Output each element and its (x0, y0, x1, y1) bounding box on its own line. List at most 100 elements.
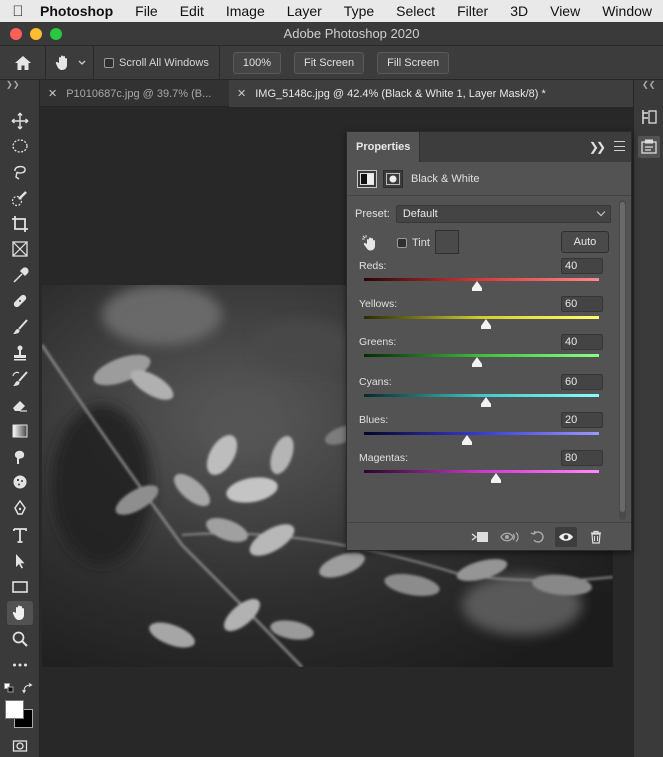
marquee-tool[interactable] (7, 134, 33, 158)
auto-button[interactable]: Auto (561, 231, 609, 253)
quick-mask-button[interactable] (7, 736, 33, 756)
eraser-tool[interactable] (7, 393, 33, 417)
menu-3d[interactable]: 3D (499, 3, 539, 19)
history-brush-icon (12, 371, 28, 386)
tint-row: Tint Auto (361, 230, 611, 256)
adjustment-header: Black & White (347, 162, 631, 196)
tint-color-swatch[interactable] (435, 230, 459, 254)
eyedropper-tool[interactable] (7, 264, 33, 288)
fit-screen-button[interactable]: Fit Screen (294, 51, 365, 74)
scroll-all-windows-checkbox[interactable]: Scroll All Windows (94, 45, 220, 80)
delete-adjustment-button[interactable] (585, 527, 607, 547)
menu-filter[interactable]: Filter (446, 3, 499, 19)
trash-icon (591, 530, 601, 544)
collapse-panel-icon[interactable]: ❯❯ (589, 140, 606, 154)
history-brush-tool[interactable] (7, 367, 33, 391)
menu-view[interactable]: View (539, 3, 591, 19)
tools-collapse-icon[interactable]: ❯❯ (0, 80, 39, 92)
menu-edit[interactable]: Edit (169, 3, 215, 19)
checkbox-box[interactable] (104, 57, 114, 68)
properties-panel-button[interactable] (637, 136, 660, 158)
menu-image[interactable]: Image (215, 3, 276, 19)
mask-settings-button[interactable] (383, 169, 403, 188)
tint-checkbox[interactable]: Tint (397, 237, 430, 249)
hand-tool[interactable] (7, 601, 33, 625)
frame-tool[interactable] (7, 237, 33, 261)
slider-value-input[interactable]: 60 (561, 374, 603, 390)
healing-brush-tool[interactable] (7, 289, 33, 313)
slider-label: Greens: (359, 336, 397, 348)
panel-menu-icon[interactable] (614, 141, 625, 151)
slider-thumb[interactable] (462, 435, 473, 445)
menu-app[interactable]: Photoshop (36, 3, 124, 19)
close-tab-icon[interactable]: ✕ (237, 87, 246, 100)
slider-value-input[interactable]: 40 (561, 258, 603, 274)
tool-preset-picker[interactable] (46, 45, 94, 80)
properties-scrollbar[interactable] (619, 200, 626, 520)
path-selection-tool[interactable] (7, 549, 33, 573)
close-window-button[interactable] (10, 27, 22, 40)
reset-adjustment-button[interactable] (527, 527, 549, 547)
gradient-tool[interactable] (7, 419, 33, 443)
slider-track[interactable] (364, 470, 599, 473)
gradient-icon (12, 424, 28, 438)
preset-label: Preset: (355, 208, 390, 220)
slider-thumb[interactable] (471, 281, 482, 291)
swap-colors-icon[interactable] (22, 683, 34, 695)
zoom-100-button[interactable]: 100% (232, 51, 281, 74)
brush-tool[interactable] (7, 315, 33, 339)
fill-screen-button[interactable]: Fill Screen (377, 51, 450, 74)
menu-select[interactable]: Select (385, 3, 446, 19)
crop-tool[interactable] (7, 212, 33, 236)
history-panel-button[interactable] (638, 106, 660, 128)
slider-thumb[interactable] (481, 319, 492, 329)
preset-select[interactable]: Default (395, 205, 611, 223)
foreground-color-swatch[interactable] (5, 700, 24, 719)
document-tab-active[interactable]: ✕ IMG_5148c.jpg @ 42.4% (Black & White 1… (229, 80, 633, 107)
document-tab[interactable]: ✕ P1010687c.jpg @ 39.7% (B... (40, 80, 228, 107)
slider-thumb[interactable] (490, 473, 501, 483)
minimize-window-button[interactable] (30, 27, 42, 40)
slider-magentas: Magentas: 80 (359, 450, 603, 488)
slider-value-input[interactable]: 80 (561, 450, 603, 466)
properties-tab[interactable]: Properties (347, 132, 421, 162)
sponge-tool[interactable] (7, 470, 33, 494)
zoom-tool[interactable] (7, 627, 33, 651)
menu-layer[interactable]: Layer (276, 3, 333, 19)
targeted-adjustment-hand-icon[interactable] (361, 234, 379, 252)
slider-value-input[interactable]: 60 (561, 296, 603, 312)
zoom-window-button[interactable] (50, 27, 62, 40)
type-tool[interactable] (7, 523, 33, 547)
type-icon (13, 528, 27, 543)
slider-value-input[interactable]: 40 (561, 334, 603, 350)
lasso-icon (14, 165, 26, 180)
apple-menu-icon[interactable]:  (0, 3, 36, 20)
move-tool[interactable] (7, 109, 33, 133)
slider-track[interactable] (364, 432, 599, 435)
slider-thumb[interactable] (471, 357, 482, 367)
close-tab-icon[interactable]: ✕ (48, 87, 57, 100)
chevron-down-icon (596, 207, 606, 217)
tint-checkbox-box[interactable] (397, 238, 407, 248)
toggle-visibility-button[interactable] (555, 527, 577, 547)
quick-selection-tool[interactable] (7, 186, 33, 210)
dock-collapse-icon[interactable]: ❮❮ (634, 80, 663, 92)
slider-thumb[interactable] (481, 397, 492, 407)
quick-selection-icon (11, 191, 27, 207)
menu-window[interactable]: Window (591, 3, 663, 19)
home-button[interactable] (0, 45, 46, 80)
slider-value-input[interactable]: 20 (561, 412, 603, 428)
lasso-tool[interactable] (7, 160, 33, 184)
adjustment-settings-button[interactable] (357, 169, 377, 188)
menu-type[interactable]: Type (333, 3, 385, 19)
clip-to-layer-button[interactable] (469, 527, 491, 547)
home-icon (14, 55, 31, 70)
menu-file[interactable]: File (124, 3, 169, 19)
pen-tool[interactable] (7, 496, 33, 520)
smudge-tool[interactable] (7, 445, 33, 469)
edit-toolbar-button[interactable] (7, 653, 33, 677)
default-colors-icon[interactable] (4, 683, 14, 693)
clone-stamp-tool[interactable] (7, 341, 33, 365)
view-previous-state-button[interactable] (499, 527, 521, 547)
rectangle-tool[interactable] (7, 575, 33, 599)
